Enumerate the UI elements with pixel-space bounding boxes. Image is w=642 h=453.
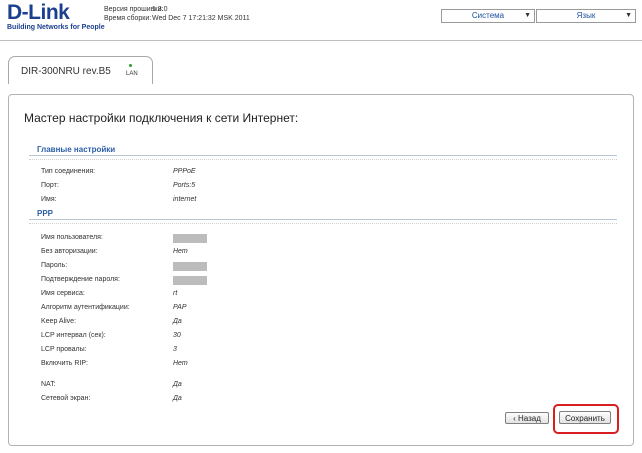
- field-label: Без авторизации:: [41, 248, 98, 255]
- masked-username-value: [173, 234, 207, 243]
- service-name-value: rt: [173, 290, 178, 297]
- divider: [29, 159, 617, 161]
- section-main-title: Главные настройки: [37, 145, 116, 154]
- connection-type-value: PPPoE: [173, 168, 196, 175]
- no-auth-value: Нет: [173, 248, 188, 255]
- divider: [29, 223, 617, 225]
- language-menu-dropdown[interactable]: Язык ▼: [536, 9, 636, 23]
- section-ppp: PPP: [29, 209, 617, 220]
- field-label: Алгоритм аутентификации:: [41, 304, 130, 311]
- keep-alive-value: Да: [173, 318, 182, 325]
- build-value: Wed Dec 7 17:21:32 MSK 2011: [152, 15, 250, 22]
- field-label: Пароль:: [41, 262, 68, 269]
- enable-rip-value: Нет: [173, 360, 188, 367]
- page-title: Мастер настройки подключения к сети Инте…: [24, 111, 299, 125]
- field-label: NAT:: [41, 381, 56, 388]
- build-label: Время сборки:: [104, 15, 152, 22]
- lcp-failures-value: 3: [173, 346, 177, 353]
- masked-password-value: [173, 262, 207, 271]
- logo-tagline: Building Networks for People: [7, 24, 105, 31]
- lan-status-icon: [129, 64, 132, 67]
- section-main-settings: Главные настройки: [29, 145, 617, 156]
- top-header: D-Link Building Networks for People Верс…: [0, 0, 642, 40]
- masked-password-confirm-value: [173, 276, 207, 285]
- field-label: Порт:: [41, 182, 59, 189]
- save-button[interactable]: Сохранить: [559, 411, 611, 424]
- field-label: LCP провалы:: [41, 346, 87, 353]
- firewall-value: Да: [173, 395, 182, 402]
- lcp-interval-value: 30: [173, 332, 181, 339]
- field-label: Включить RIP:: [41, 360, 88, 367]
- back-button[interactable]: ‹ Назад: [505, 412, 549, 424]
- field-label: Keep Alive:: [41, 318, 77, 325]
- language-menu-label: Язык: [576, 11, 596, 20]
- device-name: DIR-300NRU rev.B5: [21, 66, 111, 77]
- nat-value: Да: [173, 381, 182, 388]
- field-label: Имя сервиса:: [41, 290, 85, 297]
- field-label: Сетевой экран:: [41, 395, 91, 402]
- field-label: LCP интервал (сек):: [41, 332, 106, 339]
- dropdown-arrow-icon: ▼: [524, 12, 531, 19]
- field-label: Тип соединения:: [41, 168, 96, 175]
- dlink-logo: D-Link Building Networks for People: [7, 1, 105, 32]
- field-label: Имя пользователя:: [41, 234, 103, 241]
- section-ppp-title: PPP: [37, 209, 54, 218]
- port-value: Ports:5: [173, 182, 196, 189]
- field-label: Подтверждение пароля:: [41, 276, 120, 283]
- system-menu-label: Система: [471, 11, 505, 20]
- header-divider: [0, 40, 642, 41]
- field-label: Имя:: [41, 196, 57, 203]
- system-menu-dropdown[interactable]: Система ▼: [441, 9, 535, 23]
- wizard-panel: Мастер настройки подключения к сети Инте…: [8, 94, 634, 446]
- lan-label: LAN: [126, 71, 138, 77]
- dropdown-arrow-icon: ▼: [625, 12, 632, 19]
- auth-algorithm-value: PAP: [173, 304, 187, 311]
- logo-text: D-Link: [7, 1, 70, 24]
- firmware-info: Версия прошивки:1.3.0 Время сборки:Wed D…: [104, 5, 250, 23]
- name-value: internet: [173, 196, 197, 203]
- firmware-value: 1.3.0: [152, 6, 168, 13]
- device-tab[interactable]: DIR-300NRU rev.B5 LAN: [8, 56, 153, 84]
- firmware-label: Версия прошивки:: [104, 6, 164, 13]
